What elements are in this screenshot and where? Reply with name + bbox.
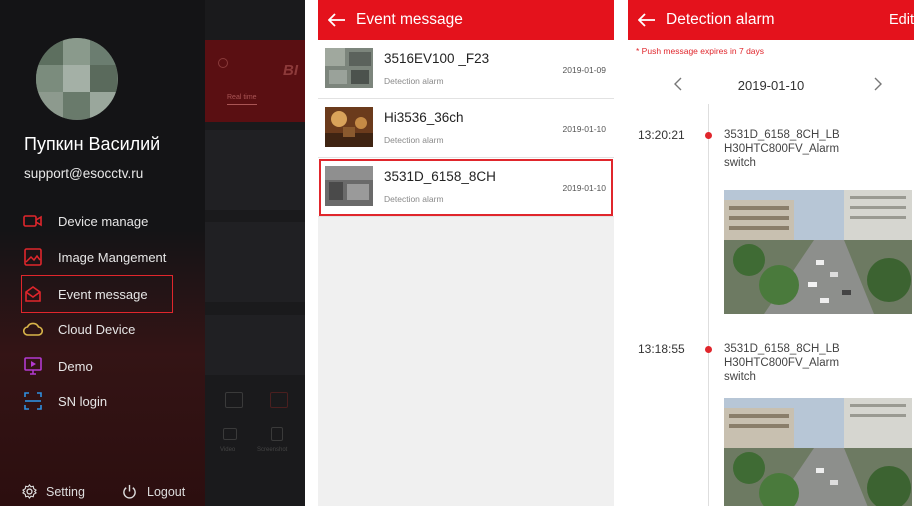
event-date: 2019-01-10 xyxy=(562,124,606,134)
event-type: Detection alarm xyxy=(384,194,444,204)
video-pane xyxy=(205,130,305,210)
logout-label: Logout xyxy=(147,484,186,499)
timeline-dot xyxy=(705,132,712,139)
setting-button[interactable]: Setting xyxy=(22,484,85,499)
event-type: Detection alarm xyxy=(384,135,444,145)
alarm-description: 3531D_6158_8CH_LB H30HTC800FV_Alarm swit… xyxy=(724,343,840,383)
expiry-notice: * Push message expires in 7 days xyxy=(636,46,765,56)
screenshot-label: Screenshot xyxy=(257,447,288,453)
menu-item-label: SN login xyxy=(58,393,108,409)
barcode-icon xyxy=(22,390,44,412)
alarm-time: 13:20:21 xyxy=(638,128,685,142)
menu-item-demo[interactable]: Demo xyxy=(22,348,172,384)
menu-item-label: Event message xyxy=(58,286,148,302)
setting-label: Setting xyxy=(46,484,85,499)
image-icon xyxy=(22,246,44,268)
video-pane xyxy=(205,222,305,302)
record-icon xyxy=(225,392,243,408)
event-thumbnail xyxy=(325,107,373,147)
cloud-icon xyxy=(22,318,44,340)
device-name: 3516EV100 _F23 xyxy=(384,51,490,66)
alarm-snapshot[interactable] xyxy=(724,190,912,314)
navigation-drawer-screen: BI Real time Video Screenshot Пупкин Вас… xyxy=(0,0,305,506)
list-item[interactable]: 3531D_6158_8CH Detection alarm 2019-01-1… xyxy=(318,158,614,217)
page-title: Event message xyxy=(356,11,463,28)
app-bar: Event message xyxy=(318,0,614,40)
gear-icon xyxy=(22,484,37,499)
tab-real-time: Real time xyxy=(227,94,257,105)
menu-item-sn-login[interactable]: SN login xyxy=(22,383,172,419)
logout-button[interactable]: Logout xyxy=(122,484,185,499)
menu-item-cloud-device[interactable]: Cloud Device xyxy=(22,311,172,347)
envelope-icon xyxy=(22,283,44,305)
edit-button[interactable]: Edit xyxy=(889,12,914,28)
alarm-icon xyxy=(270,392,288,408)
event-date: 2019-01-10 xyxy=(562,183,606,193)
menu-item-label: Image Mangement xyxy=(58,249,167,265)
back-arrow-icon[interactable] xyxy=(318,0,356,40)
menu-item-label: Device manage xyxy=(58,213,149,229)
brand-fragment: BI xyxy=(283,62,298,79)
event-date: 2019-01-09 xyxy=(562,65,606,75)
event-type: Detection alarm xyxy=(384,76,444,86)
alarm-description: 3531D_6158_8CH_LB H30HTC800FV_Alarm swit… xyxy=(724,129,840,169)
user-icon xyxy=(218,58,228,68)
list-item[interactable]: 3516EV100 _F23 Detection alarm 2019-01-0… xyxy=(318,40,614,99)
menu-item-label: Demo xyxy=(58,358,93,374)
camera-icon xyxy=(22,210,44,232)
detection-alarm-screen: Detection alarm Edit * Push message expi… xyxy=(628,0,914,506)
monitor-play-icon xyxy=(22,355,44,377)
event-list: 3516EV100 _F23 Detection alarm 2019-01-0… xyxy=(318,40,614,217)
event-thumbnail xyxy=(325,166,373,206)
video-icon xyxy=(223,428,237,440)
menu-item-image-management[interactable]: Image Mangement xyxy=(22,239,172,275)
date-navigator: 2019-01-10 xyxy=(628,70,914,100)
timeline-dot xyxy=(705,346,712,353)
back-arrow-icon[interactable] xyxy=(628,0,666,40)
video-pane xyxy=(205,315,305,375)
power-icon xyxy=(122,484,137,499)
menu-item-device-manage[interactable]: Device manage xyxy=(22,203,172,239)
timeline-line xyxy=(708,104,709,506)
next-day-button[interactable] xyxy=(868,74,888,94)
event-message-screen: Event message 3516EV100 _F23 Detection a… xyxy=(318,0,614,506)
alarm-time: 13:18:55 xyxy=(638,342,685,356)
video-label: Video xyxy=(220,447,236,453)
background-app-preview[interactable]: BI Real time Video Screenshot xyxy=(205,0,305,506)
alarm-snapshot[interactable] xyxy=(724,398,912,506)
screenshot-icon xyxy=(271,427,283,441)
user-name: Пупкин Василий xyxy=(24,134,161,154)
menu-item-label: Cloud Device xyxy=(58,321,136,337)
event-thumbnail xyxy=(325,48,373,88)
device-name: Hi3536_36ch xyxy=(384,110,464,125)
user-email: support@esocctv.ru xyxy=(24,166,144,181)
menu-item-event-message[interactable]: Event message xyxy=(21,275,173,313)
app-bar: Detection alarm Edit xyxy=(628,0,914,40)
page-title: Detection alarm xyxy=(666,11,775,28)
device-name: 3531D_6158_8CH xyxy=(384,169,496,184)
background-app-header xyxy=(205,40,305,122)
list-item[interactable]: Hi3536_36ch Detection alarm 2019-01-10 xyxy=(318,99,614,158)
avatar[interactable] xyxy=(36,38,118,120)
